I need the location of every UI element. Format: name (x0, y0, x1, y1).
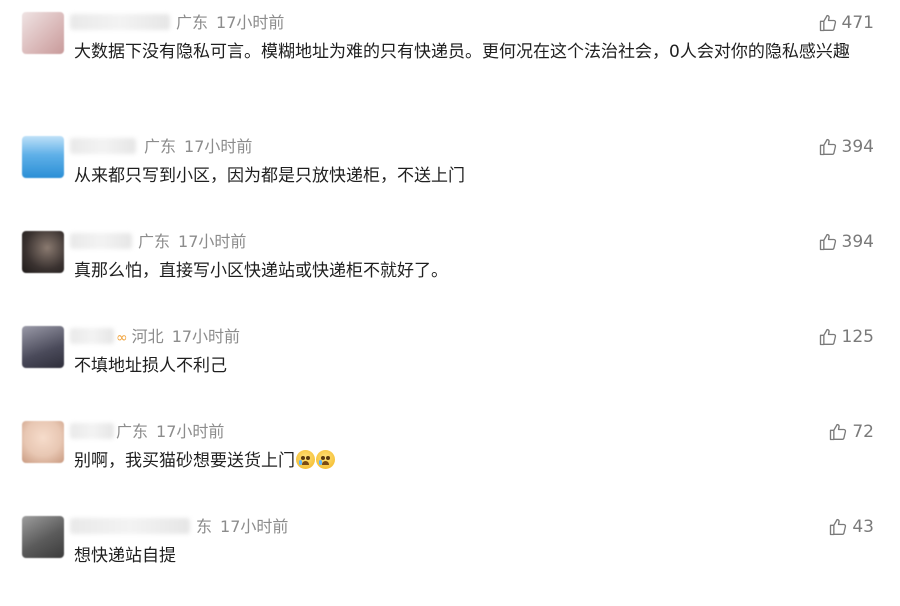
avatar[interactable] (22, 516, 64, 558)
thumbs-up-icon (819, 233, 836, 251)
comment-item: 广东 17小时前 72 别啊，我买猫砂想要送货上门 (0, 421, 900, 511)
avatar[interactable] (22, 421, 64, 463)
like-count: 471 (841, 13, 874, 33)
timestamp: 17小时前 (220, 517, 289, 536)
timestamp: 17小时前 (171, 327, 241, 346)
thumbs-up-icon (819, 14, 836, 32)
like-button[interactable]: 43 (828, 517, 874, 537)
region-label: 东 (196, 517, 213, 536)
like-count: 394 (841, 137, 874, 157)
thumbs-up-icon (819, 328, 836, 346)
comment-meta: 广东 17小时前 (176, 13, 284, 33)
comment-text: 真那么怕，直接写小区快递站或快递柜不就好了。 (74, 261, 448, 281)
comment-item: 广东 17小时前 394 从来都只写到小区，因为都是只放快递柜，不送上门 (0, 136, 900, 226)
comment-text: 别啊，我买猫砂想要送货上门 (74, 446, 874, 476)
comment-meta: ∞ 河北 17小时前 (116, 327, 240, 348)
avatar[interactable] (22, 326, 64, 368)
region-label: 河北 (131, 327, 164, 346)
region-label: 广东 (144, 137, 177, 156)
crying-face-emoji-icon (296, 450, 315, 469)
like-count: 125 (841, 327, 874, 347)
username-blurred[interactable] (70, 14, 170, 30)
like-button[interactable]: 471 (818, 13, 874, 33)
username-blurred[interactable] (70, 518, 190, 534)
comment-meta: 广东 17小时前 (144, 137, 252, 157)
comment-item: 东 17小时前 43 想快递站自提 (0, 516, 900, 606)
like-button[interactable]: 394 (818, 232, 874, 252)
timestamp: 17小时前 (184, 137, 253, 156)
comment-item: 广东 17小时前 394 真那么怕，直接写小区快递站或快递柜不就好了。 (0, 231, 900, 321)
comment-text: 大数据下没有隐私可言。模糊地址为难的只有快递员。更何况在这个法治社会，0人会对你… (74, 42, 850, 62)
region-label: 广东 (116, 422, 149, 441)
timestamp: 17小时前 (156, 422, 225, 441)
comment-text: 想快递站自提 (74, 546, 176, 566)
username-blurred[interactable] (70, 233, 132, 249)
like-button[interactable]: 72 (828, 422, 874, 442)
comment-meta: 广东 17小时前 (138, 232, 246, 252)
comment-text-content: 别啊，我买猫砂想要送货上门 (74, 451, 295, 471)
avatar[interactable] (22, 12, 64, 54)
timestamp: 17小时前 (178, 232, 247, 251)
like-button[interactable]: 125 (818, 327, 874, 347)
thumbs-up-icon (830, 423, 847, 441)
crying-face-emoji-icon (316, 450, 335, 469)
thumbs-up-icon (830, 518, 847, 536)
username-blurred[interactable] (70, 423, 114, 439)
comment-meta: 东 17小时前 (196, 517, 288, 537)
username-blurred[interactable] (70, 328, 114, 344)
comment-meta: 广东 17小时前 (116, 422, 224, 442)
username-blurred[interactable] (70, 138, 136, 154)
comment-text: 不填地址损人不利己 (74, 356, 227, 376)
comment-text: 从来都只写到小区，因为都是只放快递柜，不送上门 (74, 166, 465, 186)
avatar[interactable] (22, 136, 64, 178)
timestamp: 17小时前 (216, 13, 285, 32)
like-button[interactable]: 394 (818, 137, 874, 157)
comment-item: 广东 17小时前 471 大数据下没有隐私可言。模糊地址为难的只有快递员。更何况在… (0, 12, 900, 102)
comment-item: ∞ 河北 17小时前 125 不填地址损人不利己 (0, 326, 900, 416)
like-count: 72 (852, 422, 874, 442)
region-label: 广东 (138, 232, 171, 251)
avatar[interactable] (22, 231, 64, 273)
vip-badge-icon: ∞ (116, 330, 128, 346)
like-count: 394 (841, 232, 874, 252)
region-label: 广东 (176, 13, 209, 32)
thumbs-up-icon (819, 138, 836, 156)
like-count: 43 (852, 517, 874, 537)
